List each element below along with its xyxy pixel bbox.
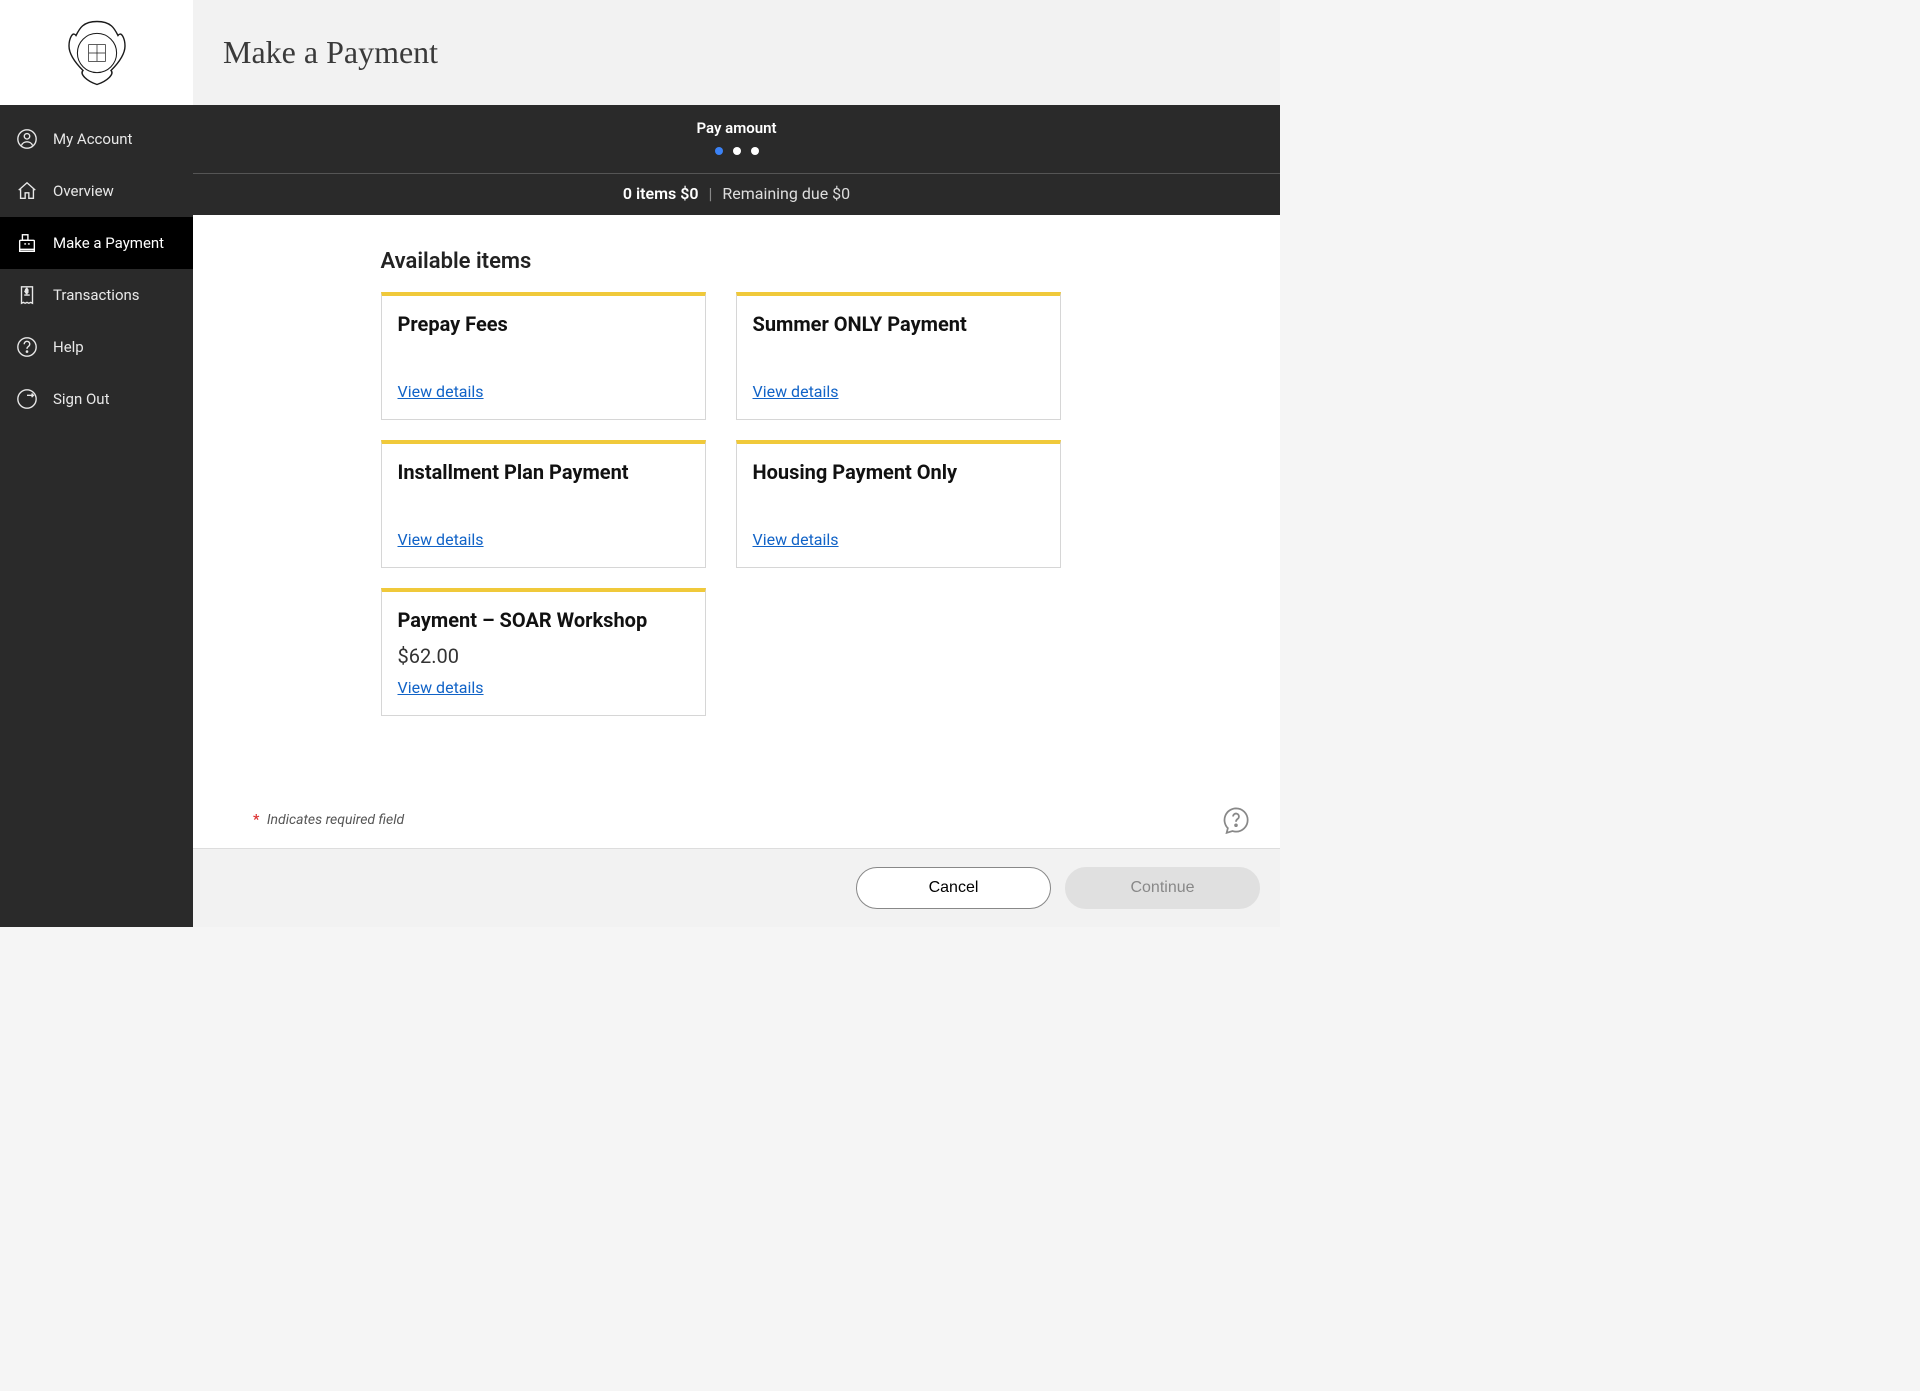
svg-text:$: $ <box>25 288 28 295</box>
step-dot-1 <box>715 147 723 155</box>
step-dot-3 <box>751 147 759 155</box>
sidebar-item-label: Make a Payment <box>53 234 164 252</box>
sidebar-item-label: Sign Out <box>53 390 109 408</box>
continue-button[interactable]: Continue <box>1065 867 1260 909</box>
receipt-icon: $ <box>15 283 39 307</box>
sidebar-item-label: Overview <box>53 182 114 200</box>
remaining-amount: $0 <box>832 184 850 203</box>
stepper-bar: Pay amount 0 items $0 | Remaining due $0 <box>193 105 1280 215</box>
card-title: Installment Plan Payment <box>398 460 689 484</box>
stepper-dots <box>193 147 1280 155</box>
page-title: Make a Payment <box>223 34 438 71</box>
sidebar-item-transactions[interactable]: $ Transactions <box>0 269 193 321</box>
required-note-text: Indicates required field <box>267 812 404 828</box>
summary-amount: $0 <box>680 184 698 203</box>
content-area: Available items Prepay Fees View details… <box>193 215 1280 848</box>
card-soar-workshop: Payment – SOAR Workshop $62.00 View deta… <box>381 588 706 716</box>
section-title: Available items <box>381 249 1093 274</box>
remaining-label: Remaining due <box>722 184 828 203</box>
stepper-label: Pay amount <box>193 119 1280 137</box>
required-note: * Indicates required field <box>253 812 404 828</box>
sidebar-item-overview[interactable]: Overview <box>0 165 193 217</box>
view-details-link[interactable]: View details <box>398 382 689 401</box>
help-bubble-button[interactable] <box>1222 806 1250 834</box>
view-details-link[interactable]: View details <box>753 530 1044 549</box>
card-title: Summer ONLY Payment <box>753 312 1044 336</box>
sidebar-item-label: My Account <box>53 130 132 148</box>
sidebar-item-make-payment[interactable]: Make a Payment <box>0 217 193 269</box>
cash-register-icon <box>15 231 39 255</box>
cards-grid: Prepay Fees View details Summer ONLY Pay… <box>381 292 1093 716</box>
step-dot-2 <box>733 147 741 155</box>
help-icon <box>15 335 39 359</box>
card-title: Prepay Fees <box>398 312 689 336</box>
card-summer-only: Summer ONLY Payment View details <box>736 292 1061 420</box>
page-header: Make a Payment <box>193 0 1280 105</box>
card-title: Payment – SOAR Workshop <box>398 608 689 632</box>
card-price: $62.00 <box>398 644 689 668</box>
cancel-button[interactable]: Cancel <box>856 867 1051 909</box>
stepper-summary: 0 items $0 | Remaining due $0 <box>193 174 1280 215</box>
main: Make a Payment Pay amount 0 items $0 | R… <box>193 0 1280 927</box>
sidebar-item-help[interactable]: Help <box>0 321 193 373</box>
user-icon <box>15 127 39 151</box>
asterisk-icon: * <box>253 812 259 828</box>
sidebar-item-label: Transactions <box>53 286 140 304</box>
sidebar: My Account Overview Make a Payment $ Tra… <box>0 0 193 927</box>
home-icon <box>15 179 39 203</box>
view-details-link[interactable]: View details <box>753 382 1044 401</box>
logo-area <box>0 0 193 105</box>
view-details-link[interactable]: View details <box>398 530 689 549</box>
sidebar-item-sign-out[interactable]: Sign Out <box>0 373 193 425</box>
footer: Cancel Continue <box>193 848 1280 927</box>
view-details-link[interactable]: View details <box>398 678 689 697</box>
university-seal-icon <box>62 18 132 88</box>
card-installment-plan: Installment Plan Payment View details <box>381 440 706 568</box>
card-prepay-fees: Prepay Fees View details <box>381 292 706 420</box>
sidebar-item-label: Help <box>53 338 84 356</box>
sidebar-item-my-account[interactable]: My Account <box>0 113 193 165</box>
summary-separator: | <box>702 184 718 203</box>
card-housing-payment: Housing Payment Only View details <box>736 440 1061 568</box>
sign-out-icon <box>15 387 39 411</box>
card-title: Housing Payment Only <box>753 460 1044 484</box>
sidebar-nav: My Account Overview Make a Payment $ Tra… <box>0 105 193 425</box>
summary-items: 0 items <box>623 184 676 203</box>
